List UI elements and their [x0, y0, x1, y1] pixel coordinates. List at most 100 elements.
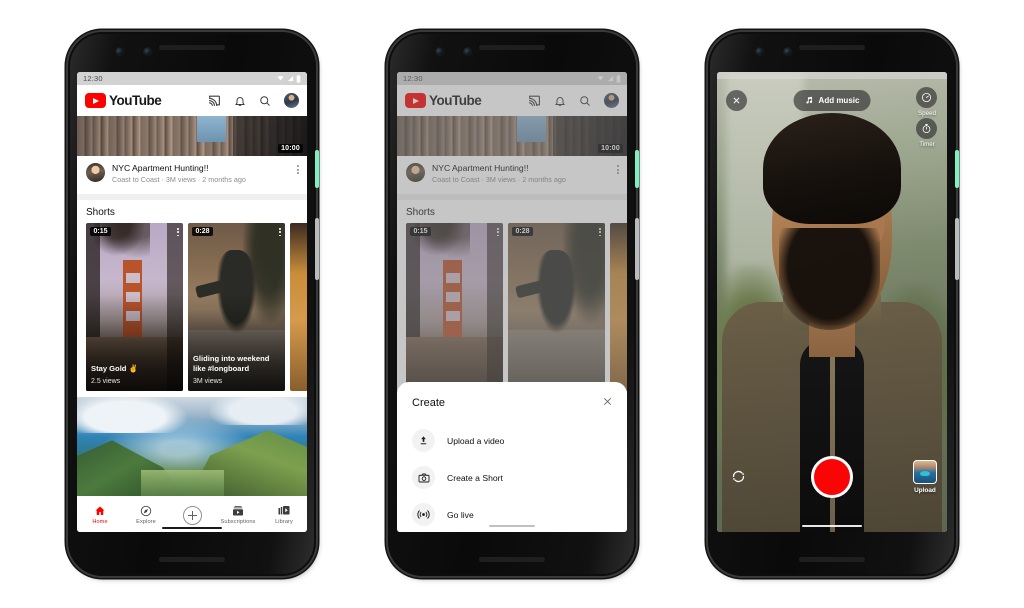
signal-icon — [287, 75, 293, 82]
youtube-play-icon — [85, 93, 106, 108]
thumbnail-sky — [196, 116, 227, 142]
front-camera-icon — [756, 48, 763, 55]
bell-icon[interactable] — [234, 95, 246, 107]
short-card[interactable]: 0:28 Gliding into weekend like #longboar… — [188, 222, 285, 391]
close-icon[interactable] — [726, 90, 747, 111]
youtube-logo[interactable]: YouTube — [85, 93, 162, 108]
short-card[interactable]: 0:15 Stay Gold ✌️ 2.5 views — [86, 222, 183, 391]
flip-camera-icon[interactable] — [731, 469, 746, 489]
search-icon[interactable] — [259, 95, 271, 107]
speed-label: Speed — [918, 110, 936, 117]
status-bar-time: 12:30 — [83, 74, 103, 83]
compass-icon — [140, 505, 152, 517]
avatar[interactable] — [284, 93, 299, 108]
sheet-item-create-a-short[interactable]: Create a Short — [397, 459, 627, 496]
earpiece-speaker — [799, 45, 865, 50]
record-button[interactable] — [811, 456, 853, 498]
sheet-header: Create — [397, 394, 627, 412]
phone-home-feed: 12:30 YouTube 10:00 NYC Apartment Huntin… — [68, 32, 319, 576]
power-button[interactable] — [315, 150, 319, 188]
home-icon — [95, 506, 105, 515]
short-duration-badge: 0:15 — [90, 226, 112, 236]
short-menu-icon[interactable] — [279, 227, 281, 237]
video-subtitle: Coast to Coast · 3M views · 2 months ago — [112, 175, 246, 185]
nav-item-explore[interactable]: Explore — [126, 505, 166, 525]
recording-progress-bar — [717, 72, 947, 79]
volume-button[interactable] — [955, 218, 959, 280]
short-title: Stay Gold ✌️ — [91, 364, 139, 374]
front-camera-secondary-icon — [464, 48, 471, 55]
add-music-button[interactable]: Add music — [793, 90, 871, 111]
power-button[interactable] — [955, 150, 959, 188]
short-labels: Stay Gold ✌️ 2.5 views — [91, 364, 178, 385]
upload-icon — [412, 429, 435, 452]
gallery-thumbnail — [913, 460, 937, 484]
nav-item-home[interactable]: Home — [80, 505, 120, 525]
gesture-navigation-bar[interactable] — [162, 527, 222, 529]
short-title: Gliding into weekend like #longboard — [193, 354, 270, 374]
sheet-options-list: Upload a video Create a Short Go live — [397, 412, 627, 532]
sheet-item-upload-a-video[interactable]: Upload a video — [397, 422, 627, 459]
nav-label-explore: Explore — [136, 519, 156, 525]
video-duration-badge: 10:00 — [278, 144, 303, 153]
music-note-icon — [806, 96, 813, 104]
timer-button[interactable] — [916, 118, 937, 139]
youtube-wordmark: YouTube — [109, 93, 162, 108]
gesture-navigation-bar[interactable] — [489, 525, 535, 527]
video-meta-row[interactable]: NYC Apartment Hunting!! Coast to Coast ·… — [77, 156, 307, 194]
landscape-video-thumbnail[interactable] — [77, 396, 307, 496]
nav-item-create[interactable] — [172, 505, 212, 525]
plus-create-icon[interactable] — [182, 505, 202, 525]
camera-icon — [412, 466, 435, 489]
status-bar-icons — [277, 74, 301, 83]
volume-button[interactable] — [315, 218, 319, 280]
screenshot-stage: 12:30 YouTube 10:00 NYC Apartment Huntin… — [0, 0, 1024, 608]
short-menu-icon[interactable] — [177, 227, 179, 237]
broadcast-icon — [412, 503, 435, 526]
header-actions — [208, 93, 299, 108]
bottom-speaker-grille — [159, 557, 225, 562]
cast-icon[interactable] — [208, 94, 221, 107]
shorts-section-title: Shorts — [86, 206, 115, 218]
home-feed: 10:00 NYC Apartment Hunting!! Coast to C… — [77, 116, 307, 496]
short-card-partial[interactable] — [290, 222, 307, 391]
short-labels: Gliding into weekend like #longboard 3M … — [193, 354, 280, 385]
phone1-screen: 12:30 YouTube 10:00 NYC Apartment Huntin… — [77, 72, 307, 532]
phone-shorts-camera: Add music Speed Timer Upload — [708, 32, 959, 576]
create-bottom-sheet: Create Upload a video Create a Short Go … — [397, 382, 627, 532]
nav-label-subscriptions: Subscriptions — [220, 519, 256, 525]
channel-avatar[interactable] — [86, 163, 105, 182]
bottom-speaker-grille — [479, 557, 545, 562]
earpiece-speaker — [159, 45, 225, 50]
battery-icon — [296, 74, 301, 83]
subscriptions-icon — [233, 506, 243, 516]
add-music-label: Add music — [818, 96, 860, 105]
kebab-menu-icon[interactable] — [297, 165, 299, 175]
gesture-navigation-bar[interactable] — [802, 525, 862, 527]
timer-icon — [922, 123, 931, 134]
wifi-icon — [277, 76, 284, 81]
phone2-screen: 12:30 YouTube 10:00 NYC Apartment Huntin… — [397, 72, 627, 532]
nav-item-library[interactable]: Library — [264, 505, 304, 525]
video-text-block: NYC Apartment Hunting!! Coast to Coast ·… — [112, 163, 246, 185]
close-icon[interactable] — [602, 394, 613, 412]
short-thumbnail-image — [290, 222, 307, 391]
youtube-header: YouTube — [77, 85, 307, 116]
short-views: 2.5 views — [91, 377, 121, 385]
bottom-navigation: Home Explore Subscriptions Library — [77, 496, 307, 532]
earpiece-speaker — [479, 45, 545, 50]
short-duration-badge: 0:28 — [192, 226, 214, 236]
bottom-speaker-grille — [799, 557, 865, 562]
upload-button[interactable]: Upload — [913, 460, 937, 494]
shorts-carousel[interactable]: 0:15 Stay Gold ✌️ 2.5 views 0:28 Gliding… — [77, 222, 307, 391]
power-button[interactable] — [635, 150, 639, 188]
speedometer-icon — [921, 92, 932, 103]
library-icon — [278, 506, 290, 515]
front-camera-icon — [436, 48, 443, 55]
volume-button[interactable] — [635, 218, 639, 280]
video-thumbnail[interactable]: 10:00 — [77, 116, 307, 156]
sheet-item-label: Create a Short — [447, 472, 503, 483]
front-camera-secondary-icon — [144, 48, 151, 55]
nav-item-subscriptions[interactable]: Subscriptions — [218, 505, 258, 525]
speed-button[interactable] — [916, 87, 937, 108]
